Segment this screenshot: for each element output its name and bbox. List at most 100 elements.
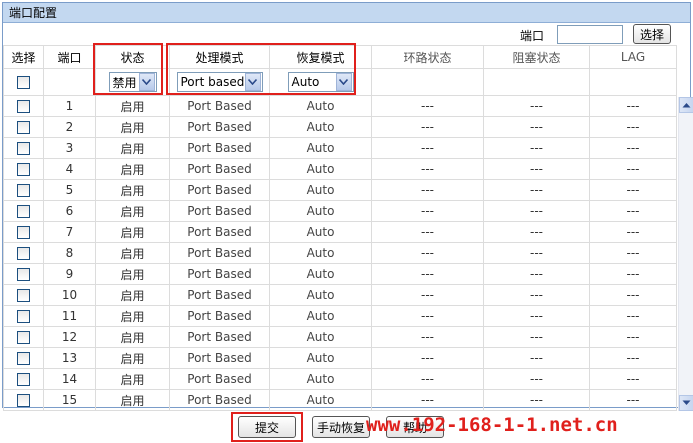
- block-status: ---: [483, 284, 590, 306]
- port-recovery: Auto: [269, 158, 372, 180]
- port-recovery: Auto: [269, 326, 372, 348]
- lag-value: ---: [589, 347, 677, 369]
- port-search-label: 端口: [520, 29, 545, 43]
- port-search-input[interactable]: [557, 25, 623, 44]
- lag-value: ---: [589, 284, 677, 306]
- port-status: 启用: [95, 179, 170, 201]
- port-number: 12: [43, 326, 96, 348]
- lag-value: ---: [589, 221, 677, 243]
- table-row: 12 启用 Port Based Auto --- --- ---: [3, 326, 677, 348]
- row-select-checkbox[interactable]: [17, 121, 30, 134]
- port-recovery: Auto: [269, 95, 372, 117]
- manual-recover-button[interactable]: 手动恢复: [312, 416, 370, 438]
- status-select[interactable]: 禁用: [108, 72, 157, 92]
- port-table-body: 1 启用 Port Based Auto --- --- --- 2 启用 Port Based A…: [3, 95, 677, 411]
- row-select-checkbox[interactable]: [17, 205, 30, 218]
- port-recovery: Auto: [269, 347, 372, 369]
- row-select-checkbox[interactable]: [17, 373, 30, 386]
- port-recovery: Auto: [269, 368, 372, 390]
- select-all-checkbox[interactable]: [17, 76, 30, 89]
- table-scrollbar[interactable]: [678, 97, 693, 411]
- port-search-row: 端口 选择: [3, 23, 690, 44]
- port-mode: Port Based: [169, 179, 270, 201]
- port-mode: Port Based: [169, 158, 270, 180]
- port-status: 启用: [95, 326, 170, 348]
- loop-status: ---: [371, 221, 484, 243]
- block-status: ---: [483, 326, 590, 348]
- lag-value: ---: [589, 137, 677, 159]
- block-status: ---: [483, 305, 590, 327]
- port-number: 10: [43, 284, 96, 306]
- port-recovery: Auto: [269, 284, 372, 306]
- row-select-checkbox[interactable]: [17, 394, 30, 407]
- row-select-checkbox[interactable]: [17, 310, 30, 323]
- port-number: 15: [43, 389, 96, 411]
- lag-value: ---: [589, 200, 677, 222]
- lag-value: ---: [589, 389, 677, 411]
- block-status: ---: [483, 179, 590, 201]
- col-loop-status: 环路状态: [371, 45, 484, 69]
- row-select-checkbox[interactable]: [17, 247, 30, 260]
- port-mode: Port Based: [169, 389, 270, 411]
- port-number: 7: [43, 221, 96, 243]
- port-number: 9: [43, 263, 96, 285]
- port-mode: Port Based: [169, 242, 270, 264]
- loop-status: ---: [371, 263, 484, 285]
- lag-value: ---: [589, 116, 677, 138]
- port-number: 3: [43, 137, 96, 159]
- table-row: 9 启用 Port Based Auto --- --- ---: [3, 263, 677, 285]
- block-status: ---: [483, 200, 590, 222]
- row-select-checkbox[interactable]: [17, 352, 30, 365]
- row-select-checkbox[interactable]: [17, 142, 30, 155]
- port-mode: Port Based: [169, 326, 270, 348]
- filter-row: 禁用 Port based Auto: [3, 68, 677, 96]
- loop-status: ---: [371, 284, 484, 306]
- row-select-checkbox[interactable]: [17, 268, 30, 281]
- port-mode: Port Based: [169, 284, 270, 306]
- port-mode: Port Based: [169, 200, 270, 222]
- recovery-select[interactable]: Auto: [287, 72, 354, 92]
- row-select-checkbox[interactable]: [17, 289, 30, 302]
- scroll-down-button[interactable]: [679, 395, 693, 411]
- block-status: ---: [483, 116, 590, 138]
- port-recovery: Auto: [269, 200, 372, 222]
- row-select-checkbox[interactable]: [17, 163, 30, 176]
- table-row: 1 启用 Port Based Auto --- --- ---: [3, 95, 677, 117]
- port-status: 启用: [95, 158, 170, 180]
- table-row: 4 启用 Port Based Auto --- --- ---: [3, 158, 677, 180]
- loop-status: ---: [371, 305, 484, 327]
- block-status: ---: [483, 137, 590, 159]
- mode-select[interactable]: Port based: [176, 72, 263, 92]
- port-number: 2: [43, 116, 96, 138]
- col-block-status: 阻塞状态: [483, 45, 590, 69]
- port-number: 5: [43, 179, 96, 201]
- row-select-checkbox[interactable]: [17, 226, 30, 239]
- table-row: 13 启用 Port Based Auto --- --- ---: [3, 347, 677, 369]
- port-number: 13: [43, 347, 96, 369]
- loop-status: ---: [371, 200, 484, 222]
- scroll-up-button[interactable]: [679, 97, 693, 113]
- block-status: ---: [483, 242, 590, 264]
- loop-status: ---: [371, 95, 484, 117]
- select-port-button[interactable]: 选择: [633, 24, 671, 44]
- port-status: 启用: [95, 137, 170, 159]
- loop-status: ---: [371, 158, 484, 180]
- col-mode: 处理模式: [169, 45, 270, 69]
- loop-status: ---: [371, 368, 484, 390]
- submit-button[interactable]: 提交: [238, 416, 296, 438]
- port-status: 启用: [95, 368, 170, 390]
- loop-status: ---: [371, 347, 484, 369]
- lag-value: ---: [589, 263, 677, 285]
- port-recovery: Auto: [269, 137, 372, 159]
- port-mode: Port Based: [169, 347, 270, 369]
- row-select-checkbox[interactable]: [17, 184, 30, 197]
- port-recovery: Auto: [269, 221, 372, 243]
- lag-value: ---: [589, 242, 677, 264]
- chevron-down-icon: [335, 73, 352, 91]
- row-select-checkbox[interactable]: [17, 331, 30, 344]
- lag-value: ---: [589, 368, 677, 390]
- row-select-checkbox[interactable]: [17, 100, 30, 113]
- port-status: 启用: [95, 284, 170, 306]
- port-number: 4: [43, 158, 96, 180]
- port-mode: Port Based: [169, 368, 270, 390]
